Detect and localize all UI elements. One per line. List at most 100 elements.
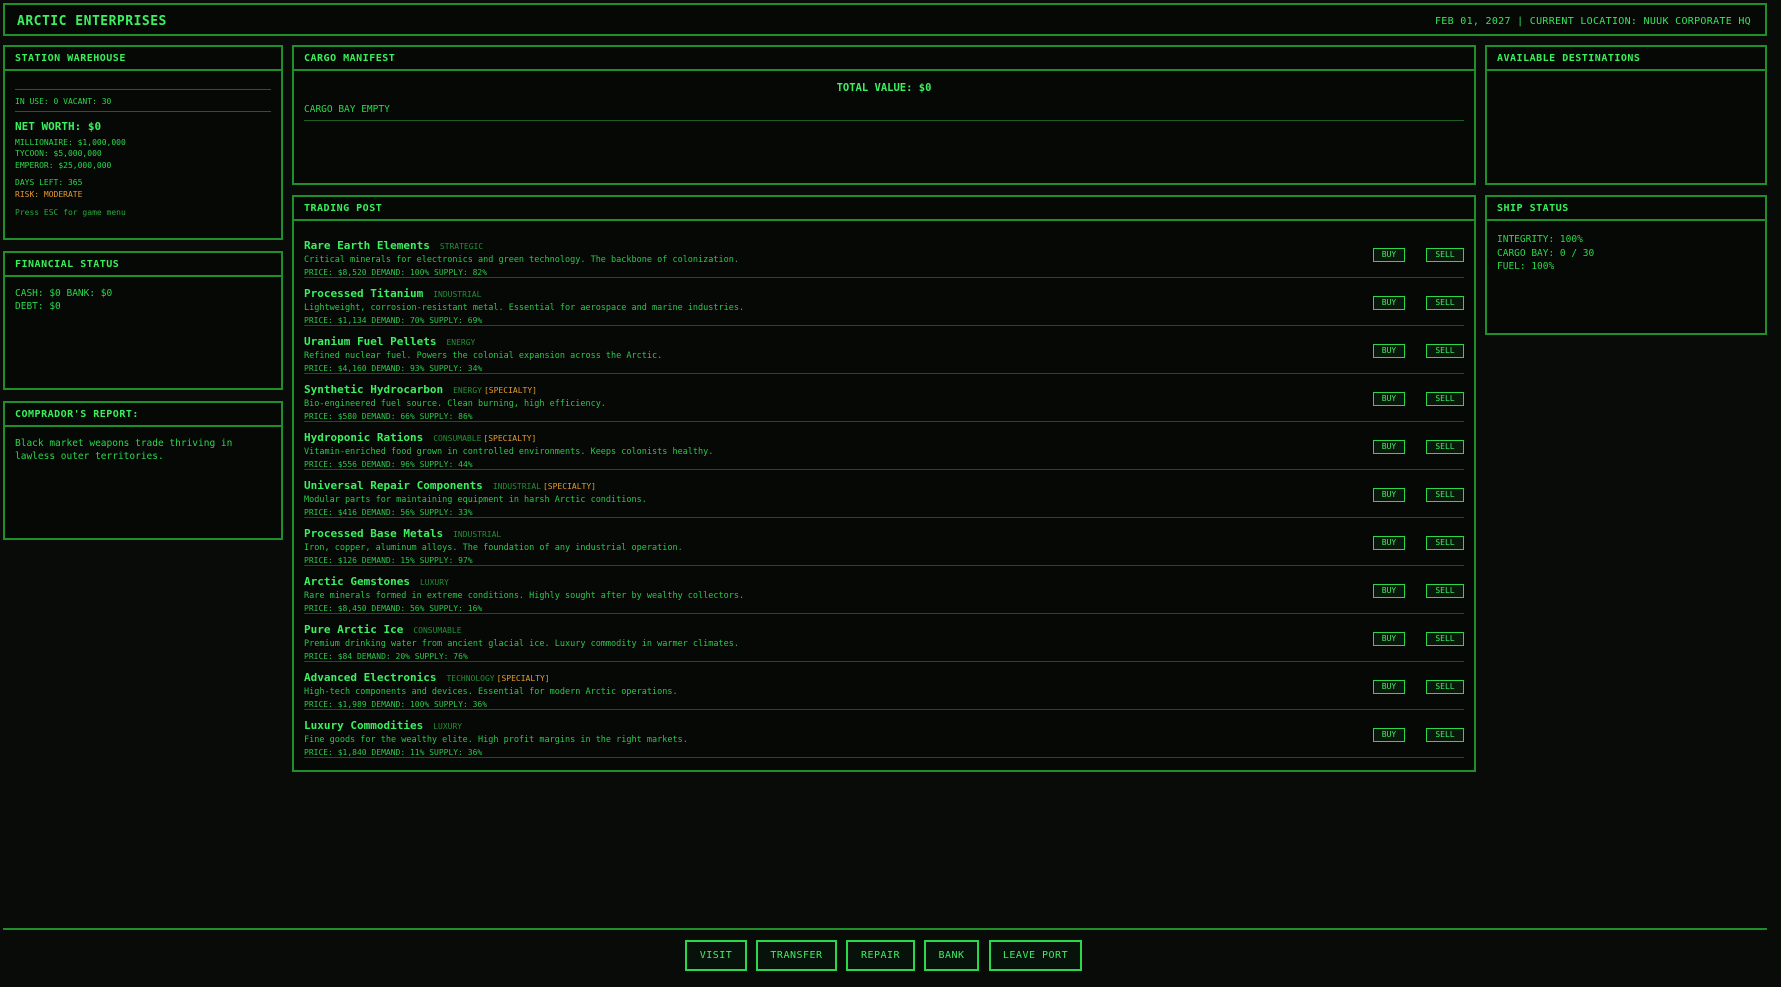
commodity-stats: PRICE: $556 DEMAND: 96% SUPPLY: 44% <box>304 460 473 469</box>
commodity-description: High-tech components and devices. Essent… <box>304 687 678 697</box>
debt: DEBT: $0 <box>15 301 61 312</box>
buy-button[interactable]: BUY <box>1373 680 1405 694</box>
leave-port-button[interactable]: LEAVE PORT <box>989 940 1082 971</box>
report-text: Black market weapons trade thriving in l… <box>15 438 233 462</box>
transfer-button[interactable]: TRANSFER <box>756 940 837 971</box>
buy-button[interactable]: BUY <box>1373 632 1405 646</box>
specialty-tag: [SPECIALTY] <box>483 434 537 443</box>
sell-button[interactable]: SELL <box>1426 488 1464 502</box>
buy-button[interactable]: BUY <box>1373 488 1405 502</box>
commodity-row: Pure Arctic Ice CONSUMABLE Premium drinkin… <box>304 614 1464 662</box>
cargo-total: TOTAL VALUE: $0 <box>836 82 932 94</box>
company-name: ARCTIC ENTERPRISES <box>17 14 167 29</box>
commodity-category: LUXURY <box>419 578 449 587</box>
financial-panel: FINANCIAL STATUS CASH: $0 BANK: $0 DEBT:… <box>3 251 283 390</box>
specialty-tag: [SPECIALTY] <box>483 386 537 395</box>
commodity-name: Universal Repair Components <box>304 479 483 492</box>
buy-button[interactable]: BUY <box>1373 728 1405 742</box>
commodity-stats: PRICE: $126 DEMAND: 15% SUPPLY: 97% <box>304 556 473 565</box>
destinations-title: AVAILABLE DESTINATIONS <box>1487 47 1765 71</box>
commodity-description: Bio-engineered fuel source. Clean burnin… <box>304 399 606 409</box>
commodity-stats: PRICE: $8,520 DEMAND: 100% SUPPLY: 82% <box>304 268 488 277</box>
cargo-panel: CARGO MANIFEST TOTAL VALUE: $0 CARGO BAY… <box>292 45 1476 185</box>
cash-bank: CASH: $0 BANK: $0 <box>15 288 113 299</box>
visit-button[interactable]: VISIT <box>685 940 747 971</box>
commodity-stats: PRICE: $1,989 DEMAND: 100% SUPPLY: 36% <box>304 700 488 709</box>
sell-button[interactable]: SELL <box>1426 344 1464 358</box>
sell-button[interactable]: SELL <box>1426 536 1464 550</box>
goal-millionaire: MILLIONAIRE: $1,000,000 <box>15 137 126 147</box>
trading-title: TRADING POST <box>294 197 1474 221</box>
commodity-stats: PRICE: $84 DEMAND: 20% SUPPLY: 76% <box>304 652 468 661</box>
buy-button[interactable]: BUY <box>1373 344 1405 358</box>
commodity-stats: PRICE: $1,134 DEMAND: 70% SUPPLY: 69% <box>304 316 483 325</box>
sell-button[interactable]: SELL <box>1426 728 1464 742</box>
commodity-row: Synthetic Hydrocarbon ENERGY [SPECIALTY] Bi… <box>304 374 1464 422</box>
specialty-tag: [SPECIALTY] <box>496 674 550 683</box>
commodity-row: Advanced Electronics TECHNOLOGY [SPECIALTY… <box>304 662 1464 710</box>
commodity-category: INDUSTRIAL <box>433 290 482 299</box>
commodity-name: Pure Arctic Ice <box>304 623 404 636</box>
commodity-name: Hydroponic Rations <box>304 431 424 444</box>
warehouse-panel: STATION WAREHOUSE IN USE: 0 VACANT: 30 N… <box>3 45 283 240</box>
buy-button[interactable]: BUY <box>1373 248 1405 262</box>
buy-button[interactable]: BUY <box>1373 584 1405 598</box>
goal-tycoon: TYCOON: $5,000,000 <box>15 149 102 158</box>
commodity-description: Critical minerals for electronics and gr… <box>304 255 739 265</box>
commodity-category: INDUSTRIAL <box>492 482 541 491</box>
sell-button[interactable]: SELL <box>1426 248 1464 262</box>
commodity-row: Luxury Commodities LUXURY Fine goods for t… <box>304 710 1464 758</box>
commodity-list: Rare Earth Elements STRATEGIC Critical min… <box>294 221 1474 758</box>
bank-button[interactable]: BANK <box>924 940 979 971</box>
buy-button[interactable]: BUY <box>1373 440 1405 454</box>
commodity-description: Iron, copper, aluminum alloys. The found… <box>304 543 683 553</box>
commodity-row: Uranium Fuel Pellets ENERGY Refined nuclea… <box>304 326 1464 374</box>
commodity-stats: PRICE: $580 DEMAND: 66% SUPPLY: 86% <box>304 412 473 421</box>
risk-level: RISK: MODERATE <box>15 189 83 199</box>
commodity-name: Advanced Electronics <box>304 671 437 684</box>
goal-emperor: EMPEROR: $25,000,000 <box>15 160 112 170</box>
commodity-name: Arctic Gemstones <box>304 575 410 588</box>
commodity-description: Lightweight, corrosion-resistant metal. … <box>304 303 745 313</box>
buy-button[interactable]: BUY <box>1373 392 1405 406</box>
repair-button[interactable]: REPAIR <box>846 940 915 971</box>
divider <box>15 89 271 90</box>
commodity-stats: PRICE: $4,160 DEMAND: 93% SUPPLY: 34% <box>304 364 483 373</box>
esc-hint: Press ESC for game menu <box>15 208 126 217</box>
warehouse-usage: IN USE: 0 VACANT: 30 <box>15 97 112 106</box>
sell-button[interactable]: SELL <box>1426 440 1464 454</box>
commodity-category: CONSUMABLE <box>433 434 482 443</box>
specialty-tag: [SPECIALTY] <box>542 482 596 491</box>
commodity-category: CONSUMABLE <box>413 626 462 635</box>
commodity-row: Processed Titanium INDUSTRIAL Lightweight,… <box>304 278 1464 326</box>
commodity-row: Arctic Gemstones LUXURY Rare minerals form… <box>304 566 1464 614</box>
buy-button[interactable]: BUY <box>1373 536 1405 550</box>
destinations-panel: AVAILABLE DESTINATIONS <box>1485 45 1767 185</box>
divider <box>15 110 271 112</box>
commodity-name: Processed Base Metals <box>304 527 444 540</box>
commodity-description: Fine goods for the wealthy elite. High p… <box>304 735 688 745</box>
sell-button[interactable]: SELL <box>1426 584 1464 598</box>
cargo-title: CARGO MANIFEST <box>294 47 1474 71</box>
commodity-description: Rare minerals formed in extreme conditio… <box>304 591 745 601</box>
sell-button[interactable]: SELL <box>1426 680 1464 694</box>
commodity-description: Refined nuclear fuel. Powers the colonia… <box>304 351 663 361</box>
sell-button[interactable]: SELL <box>1426 632 1464 646</box>
days-left: DAYS LEFT: 365 <box>15 178 83 187</box>
sell-button[interactable]: SELL <box>1426 392 1464 406</box>
commodity-stats: PRICE: $416 DEMAND: 56% SUPPLY: 33% <box>304 508 473 517</box>
commodity-description: Modular parts for maintaining equipment … <box>304 495 647 505</box>
commodity-category: ENERGY <box>446 338 476 347</box>
ship-fuel: FUEL: 100% <box>1497 261 1555 272</box>
ship-cargo-bay: CARGO BAY: 0 / 30 <box>1497 247 1595 259</box>
divider <box>304 120 1464 121</box>
commodity-name: Processed Titanium <box>304 287 424 300</box>
commodity-row: Processed Base Metals INDUSTRIAL Iron, cop… <box>304 518 1464 566</box>
ship-integrity: INTEGRITY: 100% <box>1497 234 1583 245</box>
commodity-row: Universal Repair Components INDUSTRIAL [SP… <box>304 470 1464 518</box>
buy-button[interactable]: BUY <box>1373 296 1405 310</box>
warehouse-title: STATION WAREHOUSE <box>5 47 281 71</box>
commodity-description: Vitamin-enriched food grown in controlle… <box>304 447 714 457</box>
sell-button[interactable]: SELL <box>1426 296 1464 310</box>
game-screen: ARCTIC ENTERPRISES FEB 01, 2027 | CURREN… <box>0 0 1781 987</box>
